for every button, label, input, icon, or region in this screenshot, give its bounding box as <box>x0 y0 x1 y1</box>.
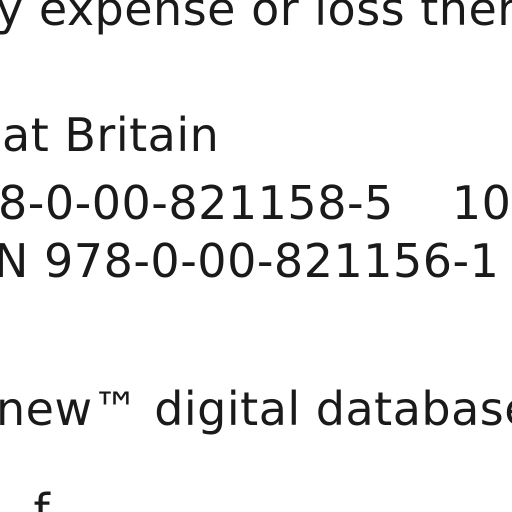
isbn-number: 8-0-00-821158-5 <box>0 176 394 230</box>
text-line-partial: i f <box>0 484 51 512</box>
document-page: y expense or loss ther at Britain 8-0-00… <box>0 0 512 512</box>
text-line-isbn-2: N 978-0-00-821156-1 <box>0 234 500 288</box>
text-line-isbn-1: 8-0-00-821158-5 10 <box>0 180 511 226</box>
text-line-britain: at Britain <box>2 108 220 162</box>
text-line-database: new™ digital database <box>0 382 512 436</box>
isbn-suffix: 10 <box>451 176 512 230</box>
text-line-expense: y expense or loss ther <box>0 0 512 36</box>
